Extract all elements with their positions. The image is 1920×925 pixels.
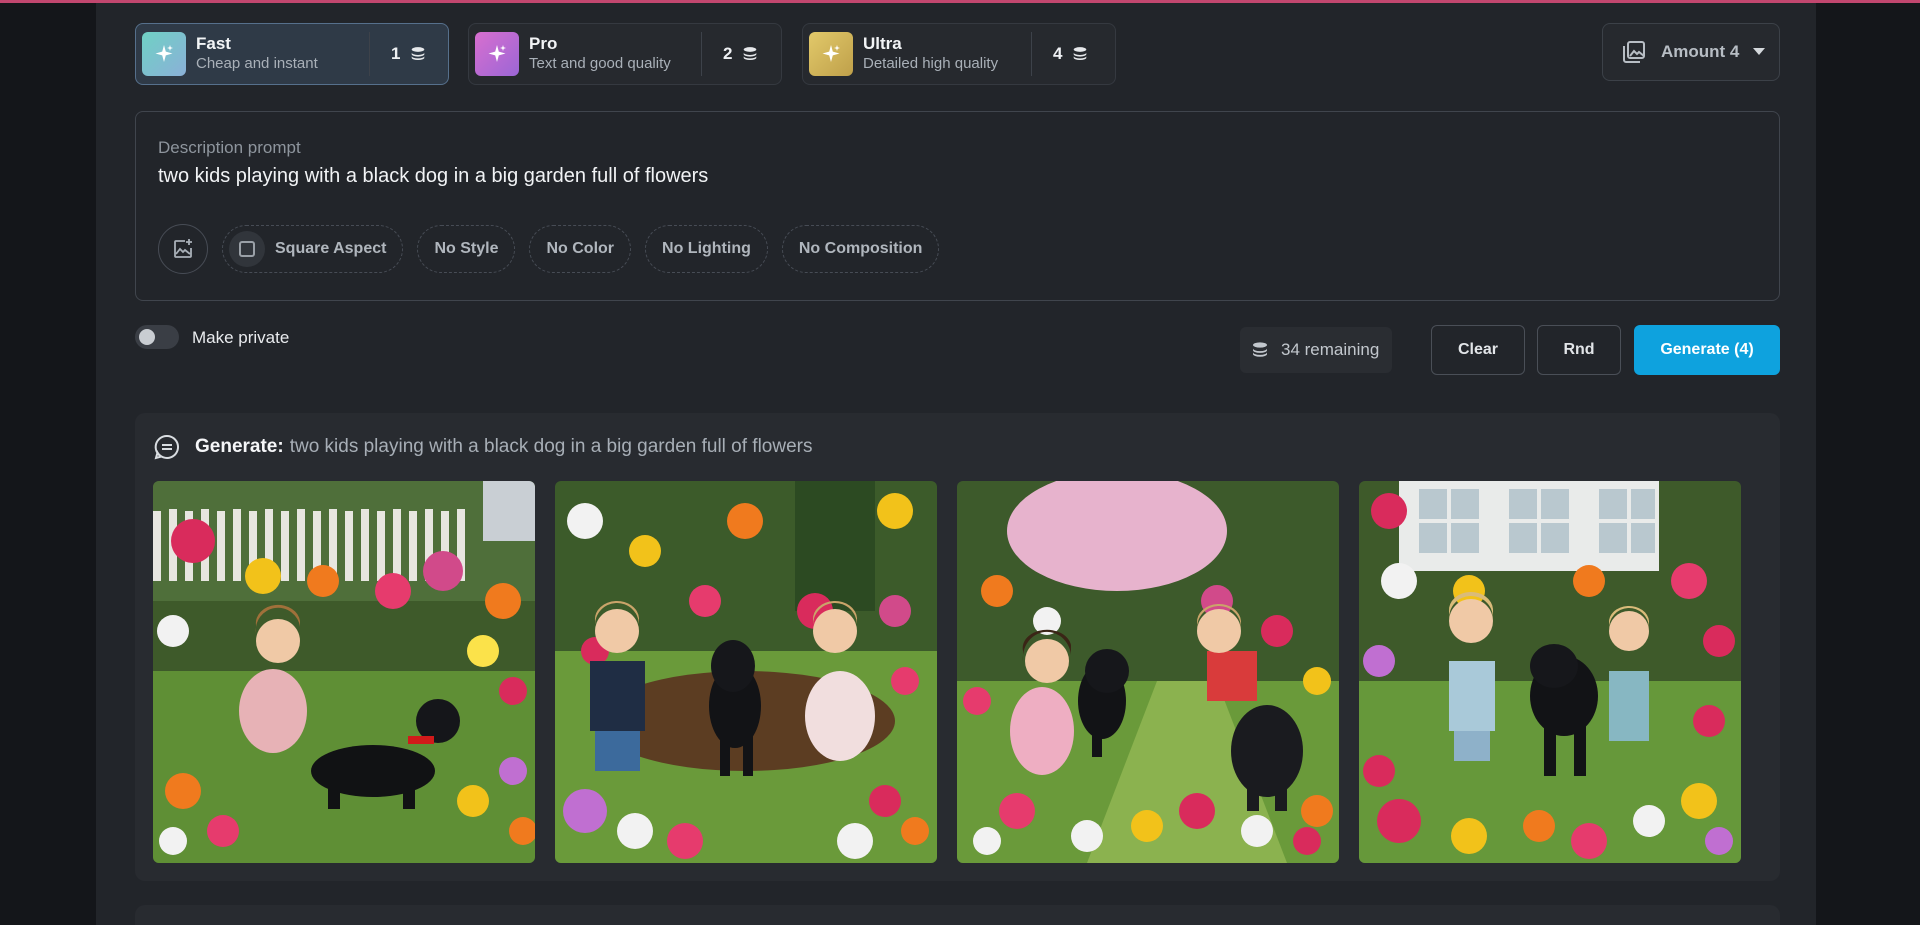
coins-icon [744, 47, 757, 61]
generated-image-1[interactable] [153, 481, 535, 863]
coins-icon [412, 47, 425, 61]
generated-image-2[interactable] [555, 481, 937, 863]
chip-label: Square Aspect [275, 240, 387, 257]
sparkle-icon [142, 32, 186, 76]
make-private-label: Make private [192, 328, 290, 347]
result-prefix: Generate: [195, 436, 284, 457]
random-button[interactable]: Rnd [1537, 325, 1621, 375]
add-image-button[interactable] [158, 224, 208, 274]
model-cost: 2 [723, 44, 733, 63]
generated-image-4[interactable] [1359, 481, 1741, 863]
clear-button[interactable]: Clear [1431, 325, 1525, 375]
model-cost: 1 [391, 44, 401, 63]
chevron-down-icon [1753, 48, 1766, 55]
model-ultra-card[interactable]: Ultra Detailed high quality 4 [802, 23, 1116, 85]
main-panel: Fast Cheap and instant 1 Pro Text and go… [96, 3, 1816, 925]
sparkle-icon [809, 32, 853, 76]
images-icon [1623, 41, 1645, 63]
add-image-icon [174, 239, 192, 258]
model-fast-card[interactable]: Fast Cheap and instant 1 [135, 23, 449, 85]
chip-label: No Color [546, 240, 615, 257]
no-lighting-chip[interactable]: No Lighting [645, 225, 768, 273]
sparkle-icon [475, 32, 519, 76]
no-color-chip[interactable]: No Color [529, 225, 632, 273]
chip-label: No Style [434, 240, 499, 257]
model-description: Text and good quality [529, 55, 671, 72]
prompt-input[interactable]: two kids playing with a black dog in a b… [158, 165, 708, 188]
coins-icon [1253, 342, 1267, 357]
chip-label: No Lighting [662, 240, 751, 257]
model-pro-card[interactable]: Pro Text and good quality 2 [468, 23, 782, 85]
model-name: Fast [196, 34, 231, 53]
model-name: Ultra [863, 34, 902, 53]
make-private-toggle[interactable] [135, 325, 179, 349]
amount-dropdown[interactable]: Amount 4 [1602, 23, 1780, 81]
result-prompt: two kids playing with a black dog in a b… [289, 436, 813, 457]
coins-icon [1074, 47, 1087, 61]
no-style-chip[interactable]: No Style [417, 225, 516, 273]
amount-label: Amount 4 [1661, 42, 1740, 61]
model-cost: 4 [1053, 44, 1063, 63]
square-aspect-toggle[interactable]: Square Aspect [222, 225, 404, 273]
checkbox-icon [229, 231, 265, 267]
generated-image-3[interactable] [957, 481, 1339, 863]
model-description: Cheap and instant [196, 55, 318, 72]
next-result-card [135, 905, 1780, 925]
credits-remaining: 34 remaining [1240, 327, 1392, 373]
prompt-box[interactable]: Description prompt two kids playing with… [135, 111, 1780, 301]
generate-button[interactable]: Generate (4) [1634, 325, 1780, 375]
chip-label: No Composition [798, 240, 923, 257]
model-name: Pro [529, 34, 558, 53]
generation-result-card: Generate: two kids playing with a black … [135, 413, 1780, 881]
remaining-label: 34 remaining [1281, 340, 1380, 359]
chat-icon [154, 434, 179, 460]
no-composition-chip[interactable]: No Composition [781, 225, 940, 273]
prompt-label: Description prompt [158, 138, 301, 157]
model-description: Detailed high quality [863, 55, 999, 72]
